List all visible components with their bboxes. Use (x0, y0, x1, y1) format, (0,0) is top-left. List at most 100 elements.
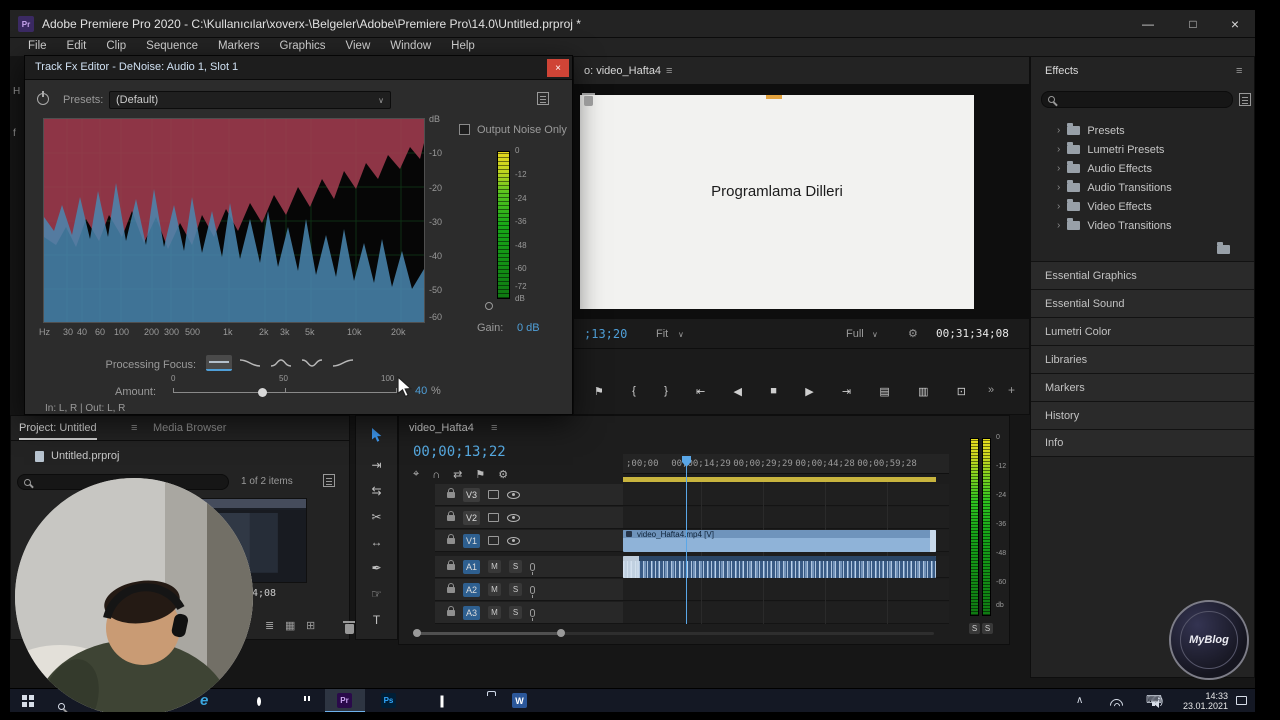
effects-folder-video-effects[interactable]: › Video Effects (1031, 197, 1254, 216)
lock-icon[interactable] (447, 487, 455, 498)
solo-button[interactable]: S (969, 623, 980, 634)
tab-media-browser[interactable]: Media Browser (153, 422, 226, 434)
add-marker-button[interactable]: ⚑ (594, 385, 604, 398)
zoom-handle-left[interactable] (413, 629, 421, 637)
menu-sequence[interactable]: Sequence (136, 38, 208, 56)
panel-menu-icon[interactable]: ≡ (666, 65, 672, 77)
sync-lock-icon[interactable] (488, 490, 499, 499)
timeline-timecode[interactable]: 00;00;13;22 (413, 444, 506, 460)
slip-tool[interactable]: ↔ (356, 535, 397, 549)
eye-icon[interactable] (507, 513, 520, 522)
solo-button[interactable]: S (509, 606, 522, 619)
menu-graphics[interactable]: Graphics (270, 38, 336, 56)
step-back-button[interactable]: ◀ (734, 385, 742, 398)
dialog-titlebar[interactable]: Track Fx Editor - DeNoise: Audio 1, Slot… (25, 56, 572, 80)
program-timecode[interactable]: ;13;20 (584, 327, 627, 341)
tab-markers[interactable]: Markers (1031, 373, 1254, 401)
taskbar-search-icon[interactable] (58, 703, 65, 710)
list-view-icon[interactable]: ≣ (265, 619, 274, 632)
mute-button[interactable]: M (488, 583, 501, 596)
lock-icon[interactable] (447, 559, 455, 570)
mute-button[interactable]: M (488, 560, 501, 573)
tab-effects[interactable]: Effects (1045, 65, 1078, 77)
menu-window[interactable]: Window (380, 38, 441, 56)
fx-power-toggle[interactable] (37, 91, 49, 105)
eye-icon[interactable] (507, 536, 520, 545)
zoom-scrollbar-thumb[interactable] (419, 632, 561, 635)
mic-icon[interactable] (530, 608, 535, 621)
menu-clip[interactable]: Clip (96, 38, 136, 56)
menu-view[interactable]: View (336, 38, 381, 56)
effects-folder-audio-effects[interactable]: › Audio Effects (1031, 159, 1254, 178)
new-custom-bin-icon[interactable] (1239, 93, 1251, 106)
tab-libraries[interactable]: Libraries (1031, 345, 1254, 373)
effects-search-input[interactable] (1041, 91, 1233, 108)
more-buttons-icon[interactable]: » (988, 384, 994, 396)
focus-high-shelf-button[interactable] (330, 355, 356, 371)
focus-full-band-button[interactable] (206, 355, 232, 371)
mark-out-button[interactable]: } (664, 385, 668, 397)
clock[interactable]: 14:33 23.01.2021 (1168, 691, 1228, 711)
track-header-v1[interactable]: V1 (435, 530, 623, 552)
track-header-a3[interactable]: A3 M S (435, 602, 623, 624)
sync-lock-icon[interactable] (488, 513, 499, 522)
effects-folder-lumetri-presets[interactable]: › Lumetri Presets (1031, 140, 1254, 159)
pen-tool[interactable]: ✒ (356, 561, 397, 575)
extract-button[interactable]: ▥ (918, 385, 928, 398)
lift-button[interactable]: ▤ (879, 385, 889, 398)
tab-history[interactable]: History (1031, 401, 1254, 429)
hand-tool[interactable]: ☞ (356, 587, 397, 601)
icon-view-icon[interactable]: ▦ (285, 619, 295, 632)
mute-button[interactable]: M (488, 606, 501, 619)
type-tool[interactable]: T (356, 613, 397, 627)
add-marker-icon[interactable]: ⚑ (475, 468, 485, 481)
presets-dropdown[interactable]: (Default) ∨ (109, 91, 391, 109)
track-lane-a2[interactable] (623, 579, 949, 601)
razor-tool[interactable]: ✂ (356, 510, 397, 524)
new-bin-icon[interactable] (1217, 242, 1231, 254)
step-forward-button[interactable]: ▶ (805, 385, 813, 398)
save-preset-icon[interactable] (537, 92, 550, 105)
photoshop-icon[interactable]: Ps (381, 693, 396, 708)
lock-icon[interactable] (447, 582, 455, 593)
effects-folder-presets[interactable]: › Presets (1031, 121, 1254, 140)
gain-knob[interactable] (485, 302, 493, 310)
time-ruler[interactable]: ;00;00 00;00;14;29 00;00;29;29 00;00;44;… (623, 454, 949, 474)
track-header-v3[interactable]: V3 (435, 484, 623, 506)
play-stop-button[interactable]: ■ (770, 385, 777, 397)
snap-magnet-icon[interactable]: ∩ (432, 469, 440, 481)
new-item-icon[interactable]: ⊞ (306, 619, 315, 632)
insert-pointer-icon[interactable]: ⌖ (413, 468, 419, 481)
solo-button[interactable]: S (509, 560, 522, 573)
panel-menu-icon[interactable]: ≡ (131, 422, 137, 434)
items-view-icon[interactable] (323, 474, 335, 487)
track-header-a1[interactable]: A1 M S (435, 556, 623, 578)
minimize-button[interactable]: — (1128, 10, 1168, 37)
trash-icon[interactable] (343, 621, 357, 634)
linked-selection-icon[interactable]: ⇄ (453, 468, 462, 481)
amount-slider-handle[interactable] (258, 388, 267, 397)
menu-help[interactable]: Help (441, 38, 485, 56)
menu-edit[interactable]: Edit (57, 38, 97, 56)
lock-icon[interactable] (447, 533, 455, 544)
track-lane-v2[interactable] (623, 507, 949, 529)
tab-essential-sound[interactable]: Essential Sound (1031, 289, 1254, 317)
delete-preset-icon[interactable] (581, 93, 595, 106)
start-button[interactable] (22, 695, 34, 707)
fit-dropdown[interactable]: Fit (656, 328, 668, 340)
panel-menu-icon[interactable]: ≡ (1236, 65, 1242, 77)
tab-sequence[interactable]: video_Hafta4 (409, 422, 474, 434)
solo-button[interactable]: S (509, 583, 522, 596)
focus-notch-button[interactable] (299, 355, 325, 371)
work-area-bar[interactable] (623, 477, 936, 482)
project-item-row[interactable]: Untitled.prproj (35, 450, 119, 462)
mark-in-button[interactable]: { (632, 385, 636, 397)
track-header-a2[interactable]: A2 M S (435, 579, 623, 601)
zoom-handle-right[interactable] (557, 629, 565, 637)
audio-clip[interactable] (623, 556, 936, 578)
panel-menu-icon[interactable]: ≡ (491, 422, 497, 434)
effects-folder-video-transitions[interactable]: › Video Transitions (1031, 216, 1254, 235)
resolution-dropdown[interactable]: Full (846, 328, 864, 340)
gain-value[interactable]: 0 dB (517, 322, 540, 334)
solo-button[interactable]: S (982, 623, 993, 634)
